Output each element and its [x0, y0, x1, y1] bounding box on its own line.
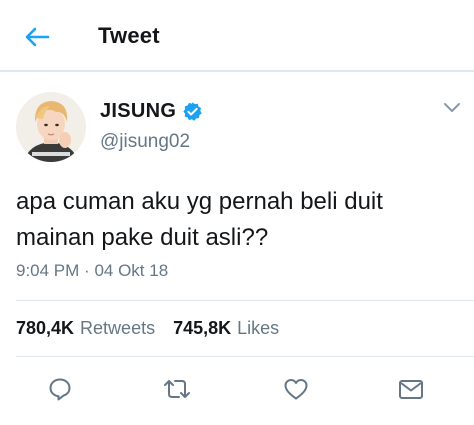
tweet-detail-page: Tweet JISUNG @jisung02 apa cuman aku yg …	[0, 0, 474, 425]
retweets-count: 780,4K	[16, 318, 75, 338]
reply-icon	[49, 378, 71, 401]
likes-stat[interactable]: 745,8K Likes	[173, 318, 279, 339]
retweet-icon	[164, 380, 190, 398]
user-handle[interactable]: @jisung02	[100, 131, 190, 153]
tweet-text-line: apa cuman aku yg pernah beli duit	[16, 188, 383, 215]
divider	[16, 300, 474, 301]
tweet-date: 04 Okt 18	[94, 261, 169, 280]
arrow-left-icon	[25, 27, 50, 47]
tweet-text: apa cuman aku yg pernah beli duit mainan…	[16, 184, 466, 256]
chevron-down-icon[interactable]	[443, 100, 461, 114]
retweets-stat[interactable]: 780,4K Retweets	[16, 318, 155, 339]
tweet-timestamp[interactable]: 9:04 PM · 04 Okt 18	[16, 261, 168, 281]
back-button[interactable]	[20, 22, 54, 52]
meta-separator: ·	[84, 261, 90, 280]
verified-badge-icon	[183, 102, 202, 121]
retweets-label: Retweets	[80, 318, 156, 338]
avatar[interactable]	[16, 92, 86, 162]
tweet-text-line: mainan pake duit asli??	[16, 224, 269, 251]
reply-button[interactable]	[45, 374, 75, 404]
message-button[interactable]	[396, 374, 426, 404]
mail-icon	[399, 380, 423, 399]
tweet-actions	[0, 370, 474, 410]
tweet-stats: 780,4K Retweets 745,8K Likes	[16, 318, 279, 339]
author-name-row[interactable]: JISUNG	[100, 100, 203, 123]
top-bar: Tweet	[0, 0, 474, 72]
tweet-time: 9:04 PM	[16, 261, 80, 280]
like-button[interactable]	[281, 374, 311, 404]
avatar-photo	[16, 92, 86, 162]
divider	[16, 356, 474, 357]
heart-icon	[284, 379, 308, 400]
page-title: Tweet	[98, 23, 160, 48]
likes-count: 745,8K	[173, 318, 232, 338]
display-name: JISUNG	[100, 100, 177, 122]
likes-label: Likes	[237, 318, 280, 338]
retweet-button[interactable]	[162, 374, 192, 404]
